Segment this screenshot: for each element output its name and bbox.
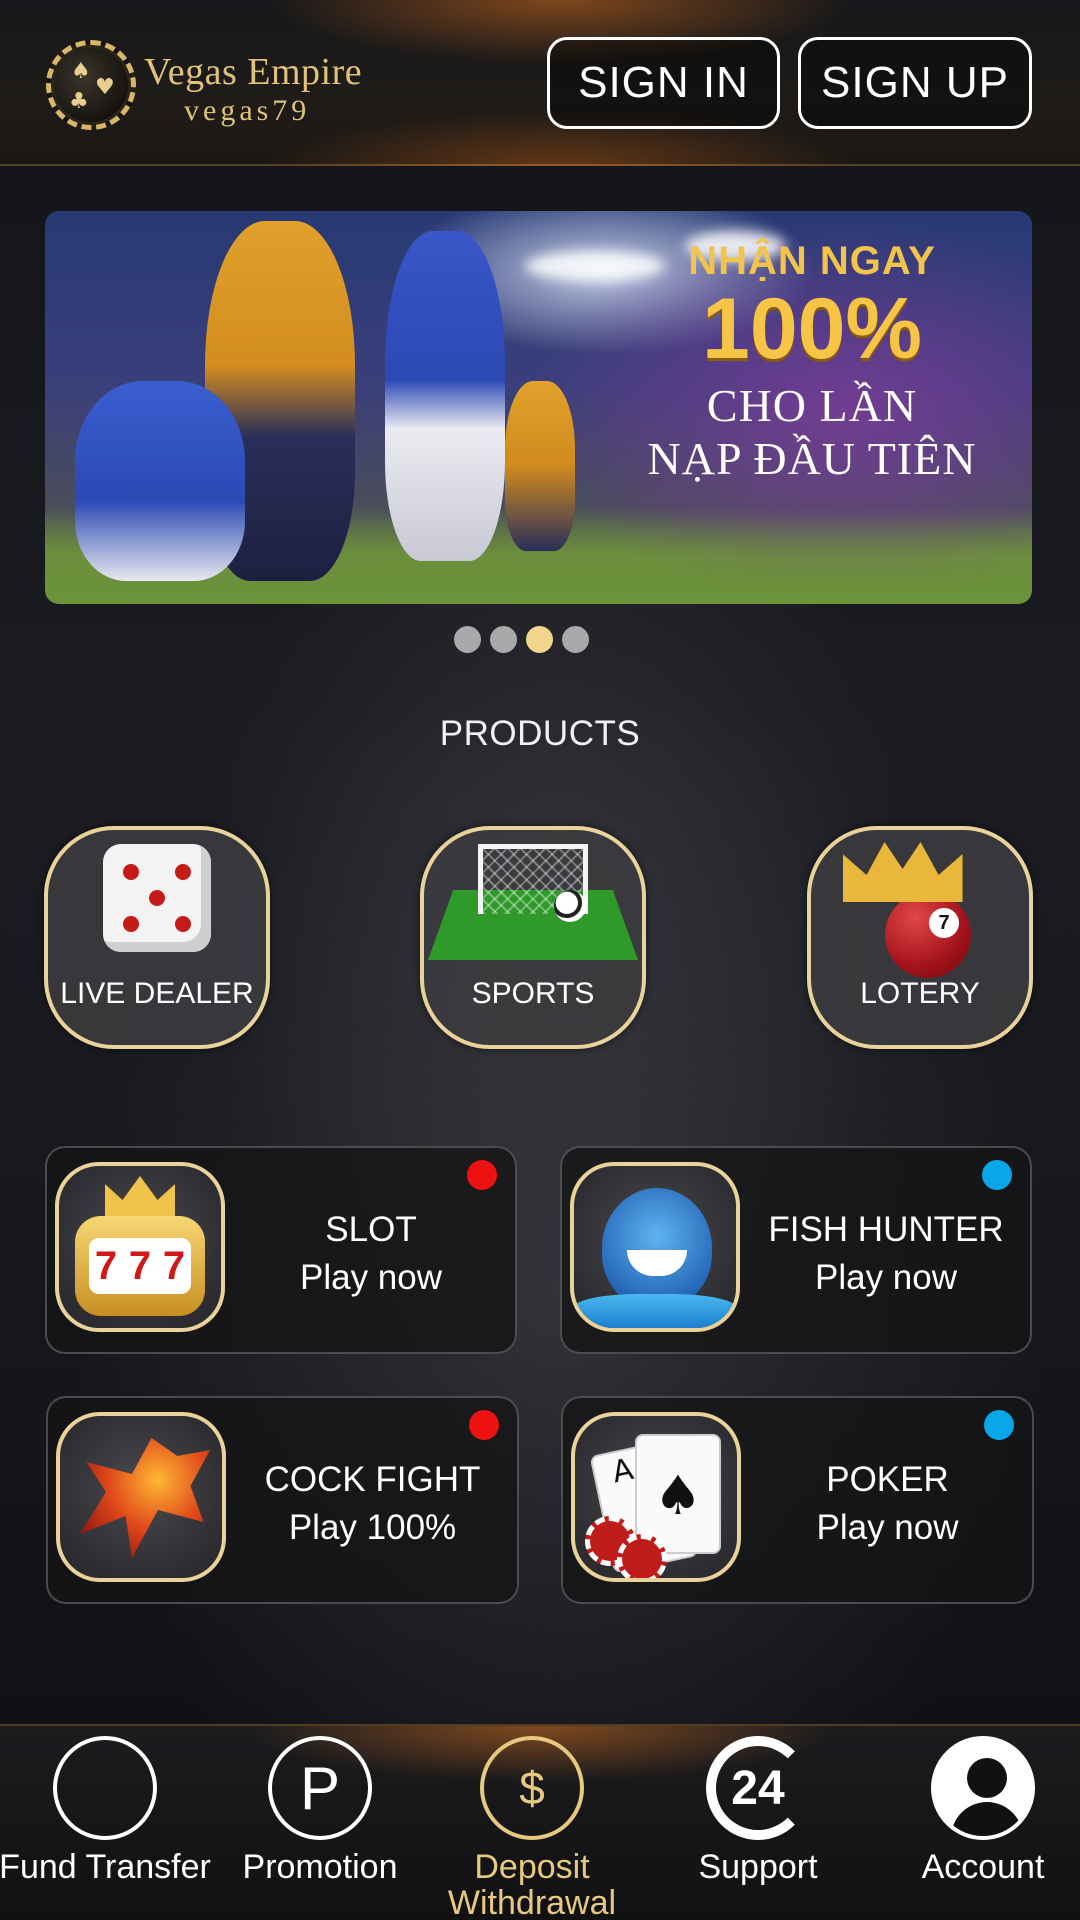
vegas-empire-logo[interactable]: ♠ ♥ ♣ Vegas Empire vegas79: [46, 38, 396, 130]
shark-icon: [570, 1162, 740, 1332]
dice-icon: [103, 844, 211, 952]
roulette-ball-icon: ♠ ♥ ♣: [46, 40, 136, 130]
header: ♠ ♥ ♣ Vegas Empire vegas79 SIGN IN SIGN …: [0, 0, 1080, 166]
product-label: LIVE DEALER: [60, 977, 254, 1010]
game-title: FISH HUNTER: [768, 1210, 1004, 1249]
football-player-image: [75, 381, 245, 581]
football-player-image: [385, 231, 505, 561]
support-24-icon: 24: [731, 1761, 785, 1815]
football-player-image: [505, 381, 575, 551]
nav-deposit-withdrawal[interactable]: $ Deposit Withdrawal: [424, 1726, 640, 1920]
game-title: SLOT: [325, 1210, 417, 1249]
game-text: SLOT Play now: [237, 1206, 505, 1302]
game-subtitle: Play now: [814, 1258, 958, 1297]
game-text: COCK FIGHT Play 100%: [238, 1456, 507, 1552]
carousel-dots: [454, 626, 589, 653]
logo-name: Vegas Empire: [144, 51, 363, 93]
carousel-dot[interactable]: [562, 626, 589, 653]
status-dot: [982, 1160, 1012, 1190]
nav-account[interactable]: Account: [875, 1726, 1080, 1920]
nav-label: Fund Transfer: [0, 1848, 211, 1886]
game-card-poker[interactable]: A♠ ♠ POKER Play now: [561, 1396, 1034, 1604]
products-heading: PRODUCTS: [439, 714, 641, 753]
carousel-dot[interactable]: [490, 626, 517, 653]
product-label: SPORTS: [471, 977, 595, 1010]
product-live-dealer[interactable]: LIVE DEALER: [44, 826, 270, 1049]
banner-line-4: NẠP ĐẦU TIÊN: [647, 433, 977, 485]
product-sports[interactable]: SPORTS: [420, 826, 646, 1049]
status-dot: [467, 1160, 497, 1190]
sign-up-button[interactable]: SIGN UP: [798, 37, 1032, 129]
lottery-ball-icon: 7: [885, 892, 971, 978]
product-label: LOTERY: [860, 977, 980, 1010]
sign-in-button[interactable]: SIGN IN: [547, 37, 780, 129]
promo-banner[interactable]: NHẬN NGAY 100% CHO LẦN NẠP ĐẦU TIÊN: [45, 211, 1032, 604]
nav-support[interactable]: 24 Support: [650, 1726, 866, 1920]
banner-line-1: NHẬN NGAY: [688, 239, 936, 283]
game-text: FISH HUNTER Play now: [752, 1206, 1020, 1302]
deposit-icon: $: [480, 1736, 584, 1840]
bottom-navigation: Fund Transfer P Promotion $ Deposit With…: [0, 1724, 1080, 1920]
banner-line-3: CHO LẦN: [706, 380, 918, 432]
phoenix-icon: [56, 1412, 226, 1582]
nav-fund-transfer[interactable]: Fund Transfer: [0, 1726, 213, 1920]
banner-percent: 100%: [702, 281, 922, 377]
nav-label: Support: [698, 1848, 818, 1886]
status-dot: [984, 1410, 1014, 1440]
nav-promotion[interactable]: P Promotion: [212, 1726, 428, 1920]
game-text: POKER Play now: [753, 1456, 1022, 1552]
status-dot: [469, 1410, 499, 1440]
game-card-slot[interactable]: 777 SLOT Play now: [45, 1146, 517, 1354]
product-lottery[interactable]: 7 LOTERY: [807, 826, 1033, 1049]
game-title: COCK FIGHT: [264, 1460, 481, 1499]
nav-label: Deposit Withdrawal: [447, 1848, 617, 1920]
nav-label: Promotion: [242, 1848, 398, 1886]
game-subtitle: Play now: [816, 1508, 959, 1547]
carousel-dot-active[interactable]: [526, 626, 553, 653]
fund-transfer-icon: [53, 1736, 157, 1840]
logo-subtitle: vegas79: [184, 94, 311, 127]
game-title: POKER: [826, 1460, 949, 1499]
account-icon: [931, 1736, 1035, 1840]
nav-label: Account: [921, 1848, 1045, 1886]
game-subtitle: Play 100%: [288, 1508, 457, 1547]
playing-cards-icon: A♠ ♠: [571, 1412, 741, 1582]
banner-text: NHẬN NGAY 100% CHO LẦN NẠP ĐẦU TIÊN: [612, 239, 1012, 486]
game-card-fish-hunter[interactable]: FISH HUNTER Play now: [560, 1146, 1032, 1354]
slot-machine-icon: 777: [55, 1162, 225, 1332]
game-card-cock-fight[interactable]: COCK FIGHT Play 100%: [46, 1396, 519, 1604]
carousel-dot[interactable]: [454, 626, 481, 653]
promotion-icon: P: [268, 1736, 372, 1840]
game-subtitle: Play now: [299, 1258, 443, 1297]
soccer-ball-icon: [554, 890, 586, 922]
crown-icon: [842, 842, 963, 902]
